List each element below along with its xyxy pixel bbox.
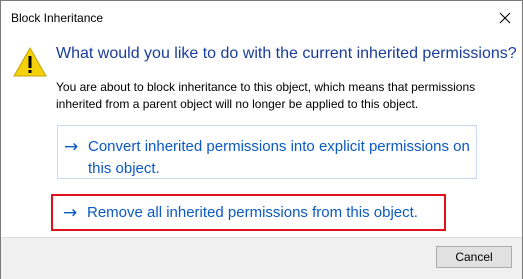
dialog-heading: What would you like to do with the curre…: [56, 45, 517, 62]
remove-inherited-permissions-link[interactable]: → Remove all inherited permissions from …: [51, 194, 446, 231]
block-inheritance-dialog: Block Inheritance What would you like to…: [0, 0, 523, 279]
warning-icon: [13, 47, 47, 77]
cancel-button[interactable]: Cancel: [436, 246, 512, 268]
dialog-description: You are about to block inheritance to th…: [56, 80, 476, 111]
convert-option-label: Convert inherited permissions into expli…: [88, 138, 470, 177]
close-icon: [499, 12, 511, 24]
arrow-right-icon: →: [64, 137, 79, 157]
window-title: Block Inheritance: [11, 11, 104, 25]
convert-inherited-permissions-link[interactable]: → Convert inherited permissions into exp…: [57, 125, 477, 179]
remove-option-label: Remove all inherited permissions from th…: [87, 204, 418, 221]
close-button[interactable]: [488, 1, 522, 35]
title-bar: Block Inheritance: [1, 1, 522, 35]
arrow-right-icon: →: [63, 203, 78, 223]
dialog-footer: Cancel: [1, 237, 522, 279]
